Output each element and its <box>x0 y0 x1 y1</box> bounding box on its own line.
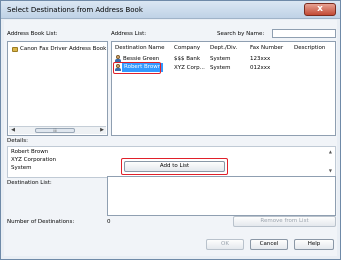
number-of-destinations-value: 0 <box>107 219 111 225</box>
scroll-up-icon[interactable]: ▲ <box>329 149 332 154</box>
details-line: Robert Brown <box>11 149 49 155</box>
col-dept[interactable]: Dept./Div. <box>210 45 237 51</box>
dialog-window: Select Destinations from Address Book x … <box>0 0 341 260</box>
address-book-item-label: Canon Fax Driver Address Book <box>20 46 107 52</box>
scroll-left-icon[interactable]: ◀ <box>9 127 17 134</box>
details-label: Details: <box>7 138 28 144</box>
details-line: System <box>11 165 32 171</box>
col-description[interactable]: Description <box>294 45 325 51</box>
remove-from-list-button[interactable]: Remove from List <box>233 216 336 227</box>
close-icon: x <box>317 4 323 14</box>
row-company: $$$ Bank <box>174 56 201 62</box>
window-title: Select Destinations from Address Book <box>7 6 143 14</box>
close-button[interactable]: x <box>304 3 336 16</box>
address-book-list-label: Address Book List: <box>7 31 58 37</box>
help-button[interactable]: Help <box>294 239 334 250</box>
search-input[interactable] <box>272 29 336 38</box>
address-list-label: Address List: <box>111 31 147 37</box>
row-dept: System <box>210 65 231 71</box>
ok-button[interactable]: OK <box>206 239 244 250</box>
col-fax-number[interactable]: Fax Number <box>250 45 283 51</box>
person-icon <box>115 55 121 62</box>
address-list-table[interactable]: Destination Name Company Dept./Div. Fax … <box>111 41 336 136</box>
scroll-thumb[interactable]: iii <box>35 128 75 133</box>
number-of-destinations-label: Number of Destinations: <box>7 219 75 225</box>
title-bar[interactable]: Select Destinations from Address Book x <box>1 1 340 19</box>
scroll-down-icon[interactable]: ▼ <box>329 168 332 173</box>
destination-list-label: Destination List: <box>7 180 52 186</box>
col-company[interactable]: Company <box>174 45 200 51</box>
address-book-icon <box>12 46 18 52</box>
col-destination-name[interactable]: Destination Name <box>115 45 165 51</box>
address-book-item[interactable]: Canon Fax Driver Address Book <box>12 46 106 52</box>
horizontal-scrollbar[interactable]: ◀ iii ▶ <box>9 126 106 134</box>
search-by-name-label: Search by Name: <box>217 31 265 37</box>
destination-list[interactable] <box>107 176 336 216</box>
row-fax: 123xxx <box>250 56 271 62</box>
row-fax: 012xxx <box>250 65 271 71</box>
add-button-highlight <box>121 158 228 175</box>
selection-highlight <box>113 62 161 74</box>
scroll-right-icon[interactable]: ▶ <box>98 127 106 134</box>
dialog-client: Address Book List: Address List: Search … <box>4 20 337 256</box>
row-dept: System <box>210 56 231 62</box>
details-line: XYZ Corporation <box>11 157 57 163</box>
address-book-tree[interactable]: Canon Fax Driver Address Book ◀ iii ▶ <box>7 41 108 136</box>
row-company: XYZ Corp... <box>174 65 205 71</box>
cancel-button[interactable]: Cancel <box>250 239 288 250</box>
